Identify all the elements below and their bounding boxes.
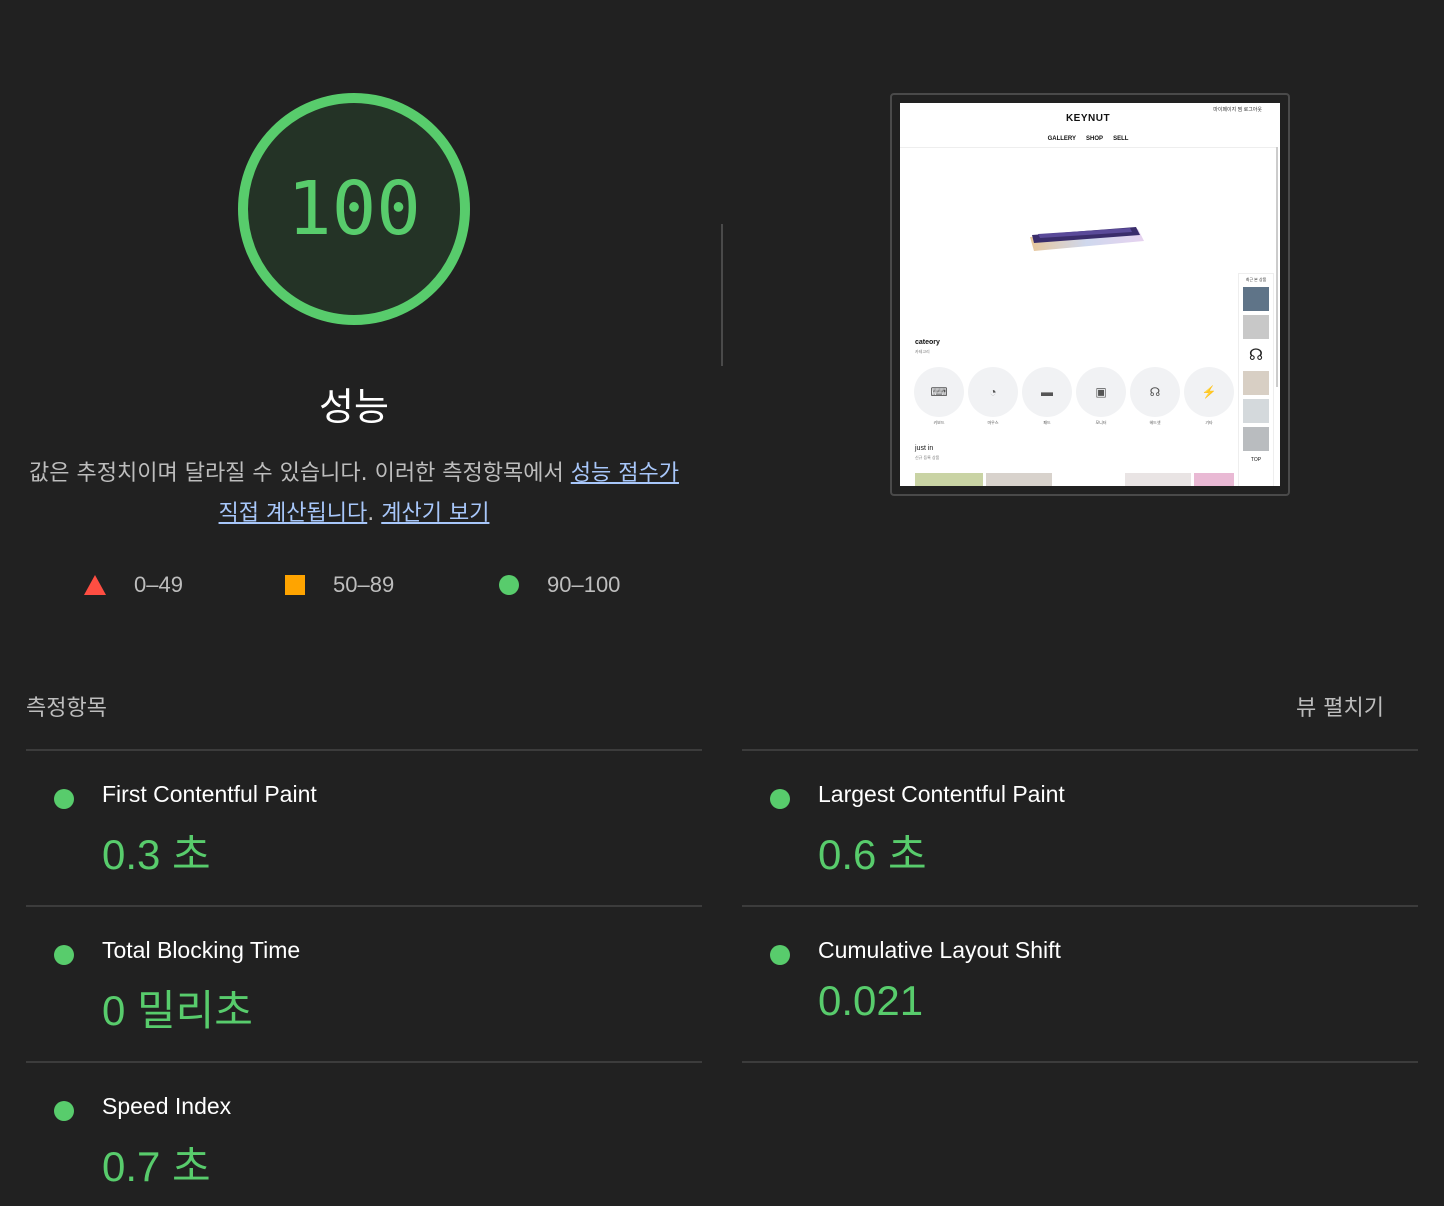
screenshot-category: ▣ 모니터: [1076, 367, 1126, 426]
screenshot-recent-panel: 최근 본 상품 ☊ TOP: [1238, 273, 1274, 486]
screenshot-divider: [900, 147, 1276, 148]
keyboard-icon: ⌨: [914, 367, 964, 417]
pad-icon: ▬: [1022, 367, 1072, 417]
screenshot-recent-title: 최근 본 상품: [1245, 277, 1267, 282]
orange-square-icon: [285, 575, 305, 595]
screenshot-category-list: ⌨ 키보드 ◔ 마우스 ▬ 패드 ▣ 모니터 ☊ 헤드셋 ⚡ 기타: [914, 367, 1234, 426]
score-legend: 0–49 50–89 90–100: [84, 572, 684, 602]
metric-value: 0.021: [818, 977, 924, 1024]
metric-si: Speed Index 0.7 초: [26, 1061, 702, 1206]
lightning-icon: ⚡: [1184, 367, 1234, 417]
description-text: 값은 추정치이며 달라질 수 있습니다. 이러한 측정항목에서: [29, 461, 571, 486]
legend-label: 90–100: [547, 572, 621, 597]
legend-average: 50–89: [285, 572, 394, 598]
screenshot-just-in-sub: 신규 등록 상품: [915, 455, 940, 460]
screenshot-logo: KEYNUT: [1065, 113, 1111, 124]
metrics-section-label: 측정항목: [26, 696, 107, 721]
metric-title: Cumulative Layout Shift: [818, 937, 1061, 963]
legend-label: 0–49: [134, 572, 183, 597]
pass-circle-icon: [770, 789, 790, 809]
screenshot-recent-thumb: [1243, 427, 1269, 451]
metric-title: Largest Contentful Paint: [818, 781, 1065, 807]
screenshot-category: ▬ 패드: [1022, 367, 1072, 426]
headset-icon: ☊: [1130, 367, 1180, 417]
screenshot-category: ⚡ 기타: [1184, 367, 1234, 426]
legend-label: 50–89: [333, 572, 395, 597]
screenshot-product-thumb: [1194, 473, 1234, 486]
screenshot-category: ◔ 마우스: [968, 367, 1018, 426]
screenshot-nav-item: SHOP: [1086, 136, 1104, 142]
vertical-divider: [721, 224, 723, 366]
screenshot-category: ☊ 헤드셋: [1130, 367, 1180, 426]
calculator-link[interactable]: 계산기 보기: [381, 501, 489, 526]
pass-circle-icon: [54, 1101, 74, 1121]
screenshot-page: 마이페이지 찜 로그아웃 KEYNUT GALLERY SHOP SELL ca…: [900, 103, 1280, 486]
keyboard-image: [1030, 227, 1144, 251]
description-sep: .: [367, 501, 382, 526]
metric-fcp: First Contentful Paint 0.3 초: [26, 749, 702, 905]
metric-value: 0.7 초: [102, 1143, 211, 1190]
screenshot-product-thumb: [1125, 473, 1191, 486]
metric-title: First Contentful Paint: [102, 781, 317, 807]
screenshot-product-thumb: [986, 473, 1052, 486]
screenshot-nav-item: SELL: [1113, 136, 1129, 142]
metric-value: 0 밀리초: [102, 987, 253, 1034]
pass-circle-icon: [54, 789, 74, 809]
performance-gauge: 100: [234, 89, 474, 329]
screenshot-nav: GALLERY SHOP SELL: [900, 136, 1276, 142]
screenshot-nav-item: GALLERY: [1047, 136, 1077, 142]
metric-cls: Cumulative Layout Shift 0.021: [742, 905, 1418, 1063]
screenshot-category-sub: 카테고리: [915, 349, 930, 354]
monitor-icon: ▣: [1076, 367, 1126, 417]
green-circle-icon: [499, 575, 519, 595]
legend-pass: 90–100: [499, 572, 620, 598]
metric-value: 0.3 초: [102, 831, 211, 878]
screenshot-category-title: cateory: [915, 339, 940, 346]
metric-value: 0.6 초: [818, 831, 927, 878]
screenshot-recent-thumb: [1243, 399, 1269, 423]
screenshot-product-thumb: [915, 473, 983, 486]
screenshot-top-links: 마이페이지 찜 로그아웃: [1213, 107, 1262, 113]
screenshot-scrollbar: [1276, 147, 1278, 387]
metric-title: Speed Index: [102, 1093, 232, 1119]
screenshot-just-in: just in: [915, 445, 934, 452]
score-description: 값은 추정치이며 달라질 수 있습니다. 이러한 측정항목에서 성능 점수가 직…: [26, 454, 682, 534]
gauge-score: 100: [287, 166, 421, 252]
screenshot-recent-thumb: [1243, 315, 1269, 339]
legend-fail: 0–49: [84, 572, 183, 598]
headphones-icon: ☊: [1243, 343, 1269, 367]
screenshot-recent-thumb: [1243, 371, 1269, 395]
metric-tbt: Total Blocking Time 0 밀리초: [26, 905, 702, 1061]
pass-circle-icon: [54, 945, 74, 965]
screenshot-recent-thumb: [1243, 287, 1269, 311]
red-triangle-icon: [84, 575, 106, 595]
metric-lcp: Largest Contentful Paint 0.6 초: [742, 749, 1418, 905]
mouse-icon: ◔: [968, 367, 1018, 417]
expand-view-toggle[interactable]: 뷰 펼치기: [1296, 690, 1384, 722]
metric-title: Total Blocking Time: [102, 937, 301, 963]
screenshot-category: ⌨ 키보드: [914, 367, 964, 426]
gauge-title: 성능: [319, 385, 389, 429]
screenshot-top-button: TOP: [1250, 457, 1262, 463]
final-screenshot[interactable]: 마이페이지 찜 로그아웃 KEYNUT GALLERY SHOP SELL ca…: [890, 93, 1290, 496]
pass-circle-icon: [770, 945, 790, 965]
